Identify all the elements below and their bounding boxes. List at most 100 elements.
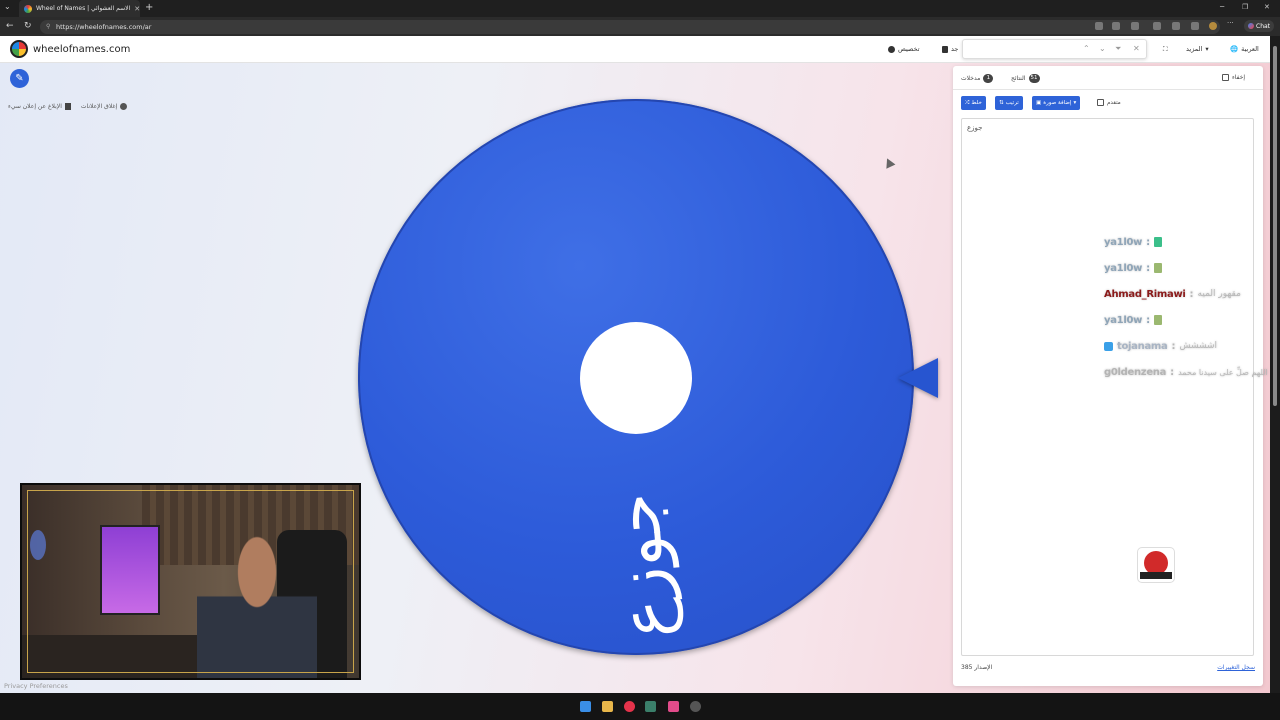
chat-message: ya1l0w : xyxy=(1104,255,1264,281)
youtube-icon[interactable] xyxy=(624,701,635,712)
close-window-icon[interactable]: ✕ xyxy=(1264,3,1270,11)
chat-text: اللهم صلِّ على سيدنا محمد xyxy=(1178,367,1268,377)
chat-text: مقهور الميه xyxy=(1197,289,1241,299)
minimize-icon[interactable]: ─ xyxy=(1220,3,1224,11)
tab-results[interactable]: النتائج 51 xyxy=(1011,74,1040,83)
advanced-label: متقدم xyxy=(1107,99,1121,106)
app-icon[interactable] xyxy=(668,701,679,712)
chat-message: g0ldenzena : اللهم صلِّ على سيدنا محمد xyxy=(1104,366,1268,378)
restore-icon[interactable]: ❐ xyxy=(1242,3,1248,11)
hide-checkbox[interactable] xyxy=(1221,74,1229,81)
entries-textarea[interactable]: جوزع xyxy=(961,118,1254,656)
caret-down-icon: ▾ xyxy=(1073,100,1077,106)
hide-ads-link[interactable]: إغلاق الإعلانات xyxy=(80,103,128,110)
wheel-center-hub[interactable] xyxy=(580,322,692,434)
add-image-button[interactable]: ▣ إضافة صورة ▾ xyxy=(1032,96,1081,110)
version-label: الإصدار xyxy=(974,664,993,671)
fullscreen-button[interactable]: ⛶ xyxy=(1163,45,1168,54)
caret-down-icon: ▾ xyxy=(1205,45,1209,53)
chat-username: ya1l0w xyxy=(1104,314,1143,326)
ad-links: إغلاق الإعلانات الإبلاغ عن إعلان سيء xyxy=(8,103,128,110)
emote-icon xyxy=(1154,237,1163,247)
site-header: wheelofnames.com تخصيص جد ⌃ ⌄ ⏷ ✕ ⛶ المز… xyxy=(0,36,1270,63)
edit-pencil-button[interactable]: ✎ xyxy=(10,69,29,88)
privacy-preferences-link[interactable]: Privacy Preferences xyxy=(4,682,68,690)
extension-icon[interactable] xyxy=(1095,22,1103,30)
wheel-segment-label: جوزع xyxy=(595,489,685,643)
new-tab-icon[interactable]: + xyxy=(145,2,153,13)
emote-icon xyxy=(1154,263,1163,273)
edge-browser-icon[interactable] xyxy=(645,701,656,712)
page-scrollbar[interactable] xyxy=(1270,36,1280,693)
fullscreen-icon: ⛶ xyxy=(1163,45,1168,53)
brand[interactable]: wheelofnames.com xyxy=(10,40,130,58)
hide-panel-toggle[interactable]: إخفاء xyxy=(1221,74,1245,81)
media-app-icon[interactable] xyxy=(690,701,701,712)
refresh-icon[interactable]: ↻ xyxy=(24,21,32,31)
screen: ⌄ Wheel of Names | الاسم العشوائي ✕ + ─ … xyxy=(0,0,1280,720)
tab-results-count: 51 xyxy=(1028,74,1040,83)
favorite-star-icon[interactable] xyxy=(1131,22,1139,30)
shuffle-button[interactable]: ⤮ خلط xyxy=(961,96,986,110)
hide-ads-label: إغلاق الإعلانات xyxy=(80,103,118,110)
sort-button[interactable]: ⇅ ترتيب xyxy=(995,96,1023,110)
url-text: https://wheelofnames.com/ar xyxy=(56,23,152,31)
copilot-chat-button[interactable]: Chat xyxy=(1244,20,1275,32)
more-menu[interactable]: المزيد ▾ xyxy=(1186,45,1209,53)
chat-message: tojanama : اشششش xyxy=(1104,333,1264,359)
tab-entries[interactable]: مدخلات 1 xyxy=(961,74,994,83)
tab-entries-count: 1 xyxy=(983,74,994,83)
find-prev-icon[interactable]: ⌃ xyxy=(1083,44,1090,53)
close-tab-icon[interactable]: ✕ xyxy=(134,5,140,13)
menu-ellipsis-icon[interactable]: ··· xyxy=(1227,19,1235,27)
copilot-icon xyxy=(1248,23,1254,29)
profile-avatar[interactable] xyxy=(1209,22,1217,30)
start-windows-icon[interactable] xyxy=(580,701,591,712)
back-icon[interactable]: ← xyxy=(6,21,14,31)
chat-message: Ahmad_Rimawi : مقهور الميه xyxy=(1104,288,1241,300)
tab-title: Wheel of Names | الاسم العشوائي xyxy=(36,5,131,12)
chat-username: Ahmad_Rimawi xyxy=(1104,288,1186,300)
advanced-toggle[interactable]: متقدم xyxy=(1097,99,1121,106)
favorites-icon[interactable] xyxy=(1191,22,1199,30)
find-next-icon[interactable]: ⌄ xyxy=(1099,44,1106,53)
reader-icon[interactable] xyxy=(1112,22,1120,30)
extensions-puzzle-icon[interactable] xyxy=(1172,22,1180,30)
find-close-icon[interactable]: ✕ xyxy=(1133,44,1140,53)
stream-chat-overlay: ya1l0w : ya1l0w : Ahmad_Rimawi : مقهور ا… xyxy=(1104,229,1268,385)
brand-name: wheelofnames.com xyxy=(33,43,131,55)
version-number: 385 xyxy=(961,664,973,671)
site-info-icon[interactable]: ⚲ xyxy=(46,23,50,30)
customize-button[interactable]: تخصيص xyxy=(888,45,920,53)
subscriber-badge-icon xyxy=(1104,341,1113,351)
scrollbar-thumb[interactable] xyxy=(1273,46,1277,406)
language-menu[interactable]: 🌐 العربية xyxy=(1230,45,1259,53)
tab-list-icon[interactable]: ⌄ xyxy=(4,2,11,11)
report-ad-link[interactable]: الإبلاغ عن إعلان سيء xyxy=(8,103,71,110)
browser-tab[interactable]: Wheel of Names | الاسم العشوائي ✕ xyxy=(19,0,140,17)
mouse-cursor-icon xyxy=(882,156,896,169)
find-filter-icon[interactable]: ⏷ xyxy=(1115,44,1121,54)
find-in-page-box[interactable]: ⌃ ⌄ ⏷ ✕ xyxy=(962,39,1147,59)
wheel-pointer-icon xyxy=(898,358,938,398)
shuffle-icon: ⤮ xyxy=(965,99,970,106)
chat-message: ya1l0w : xyxy=(1104,229,1264,255)
changelog-link[interactable]: سجل التغييرات xyxy=(1217,664,1255,671)
image-icon: ▣ xyxy=(1036,100,1042,106)
shuffle-label: خلط xyxy=(971,100,982,106)
favicon-icon xyxy=(24,4,32,13)
chat-label: Chat xyxy=(1256,22,1271,30)
webcam-overlay xyxy=(20,483,361,680)
split-screen-icon[interactable] xyxy=(1153,22,1161,30)
advanced-checkbox[interactable] xyxy=(1097,99,1104,106)
address-bar[interactable]: ⚲ https://wheelofnames.com/ar xyxy=(40,20,1220,34)
more-label: المزيد xyxy=(1186,45,1203,53)
file-explorer-icon[interactable] xyxy=(602,701,613,712)
emote-sticker-icon xyxy=(1138,548,1174,582)
new-button[interactable]: جد xyxy=(942,45,958,53)
tab-results-label: النتائج xyxy=(1011,75,1026,82)
chat-username: g0ldenzena xyxy=(1104,366,1167,378)
language-label: العربية xyxy=(1241,45,1259,53)
chat-text: اشششش xyxy=(1179,341,1218,351)
report-ad-label: الإبلاغ عن إعلان سيء xyxy=(8,103,62,110)
